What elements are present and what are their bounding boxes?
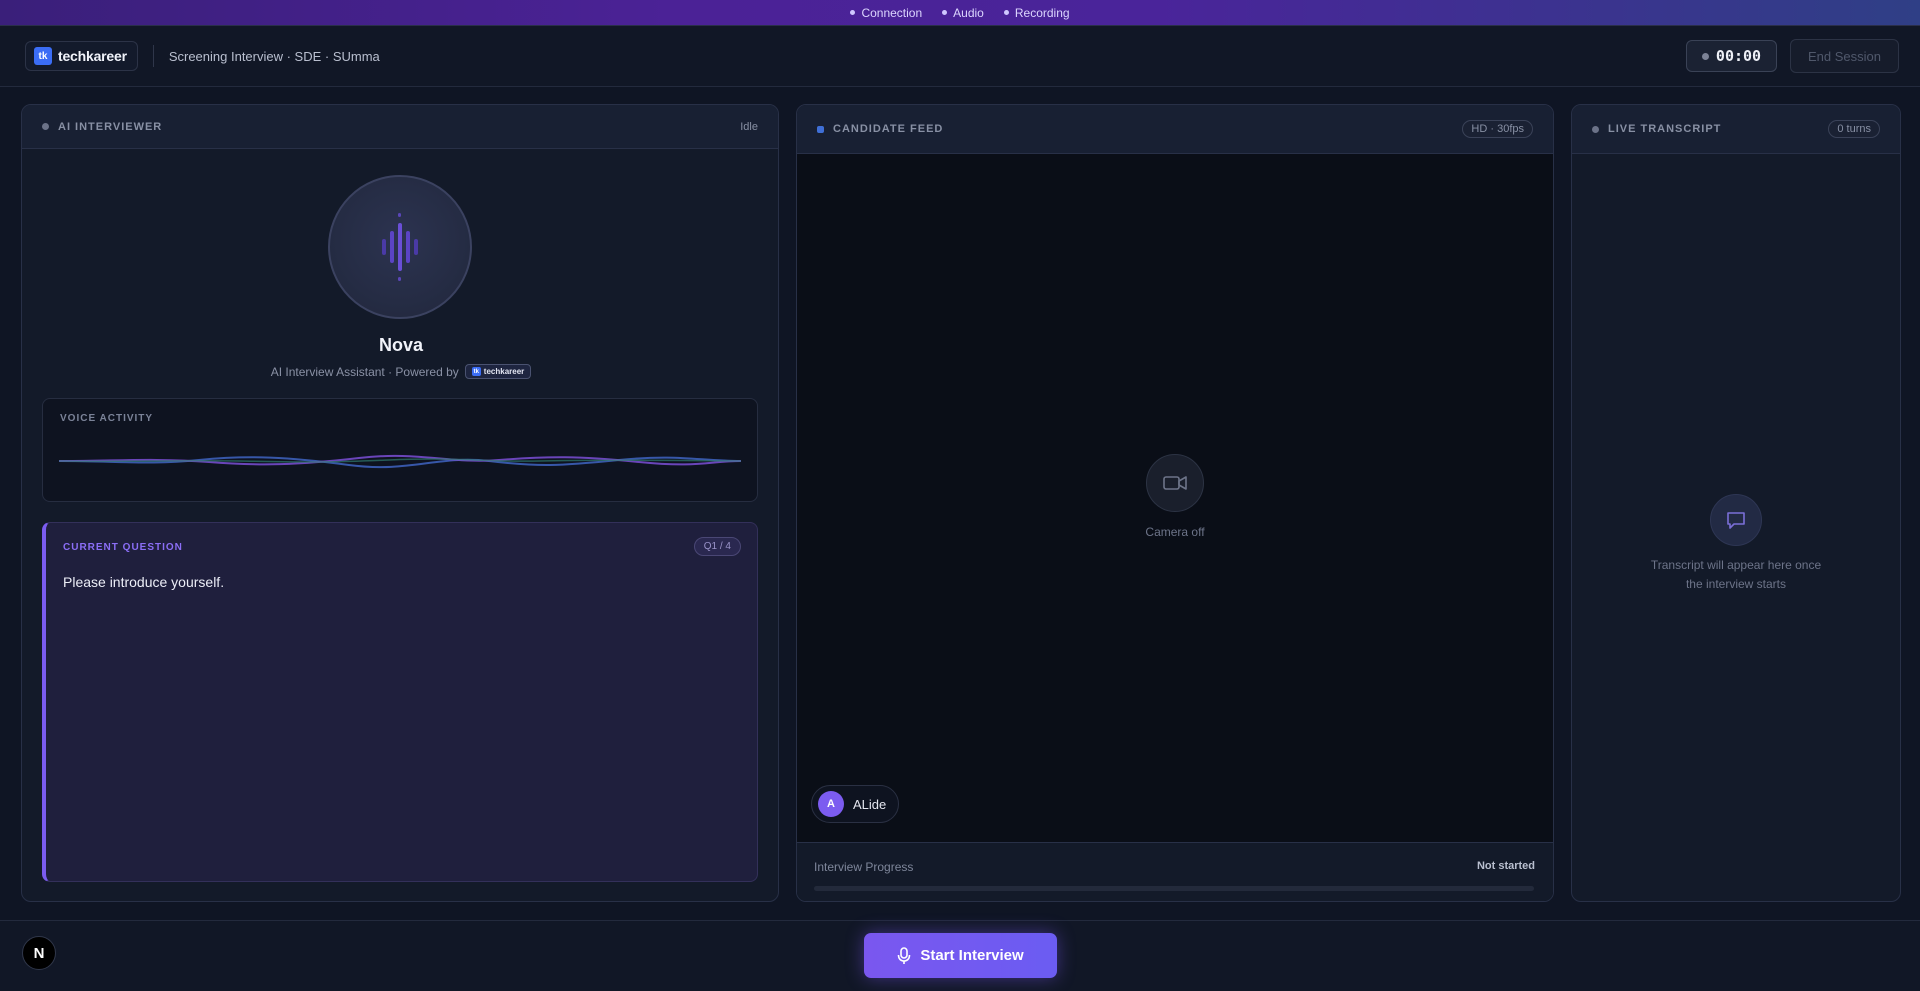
transcript-panel-header: LIVE TRANSCRIPT 0 turns xyxy=(1572,105,1900,154)
voice-activity-waveform xyxy=(59,454,741,469)
progress-status: Not started xyxy=(1476,860,1535,872)
candidate-avatar: A xyxy=(818,791,844,817)
end-session-button[interactable]: End Session xyxy=(1790,39,1899,73)
candidate-panel-title: CANDIDATE FEED xyxy=(833,123,944,135)
current-question-label: CURRENT QUESTION xyxy=(63,542,183,553)
status-recording: Recording xyxy=(1003,5,1070,20)
brand-mark-icon: tk xyxy=(34,47,52,65)
timer-value: 00:00 xyxy=(1715,47,1762,65)
candidate-feed-panel: CANDIDATE FEED HD · 30fps Camera off A A… xyxy=(796,104,1554,902)
voice-activity-label: VOICE ACTIVITY xyxy=(60,413,154,424)
status-connection-label: Connection xyxy=(861,5,923,20)
start-interview-button[interactable]: Start Interview xyxy=(864,933,1057,978)
interview-progress: Interview Progress Not started xyxy=(797,842,1553,901)
video-quality-badge: HD · 30fps xyxy=(1462,120,1533,138)
ai-panel-title: AI INTERVIEWER xyxy=(58,120,163,133)
camera-off-text: Camera off xyxy=(1145,525,1205,539)
header-actions: 00:00 End Session xyxy=(1686,39,1899,73)
waveform-icon xyxy=(382,213,418,281)
live-transcript-panel: LIVE TRANSCRIPT 0 turns Transcript will … xyxy=(1571,104,1901,902)
candidate-name-chip: A ALide xyxy=(811,785,900,823)
powered-by-brand: techkareer xyxy=(483,367,525,376)
transcript-empty-line2: the interview starts xyxy=(1685,577,1787,591)
ai-status-dot-icon xyxy=(42,123,49,130)
camera-off-indicator xyxy=(1146,454,1204,512)
transcript-empty-indicator xyxy=(1710,494,1762,546)
status-recording-label: Recording xyxy=(1014,5,1070,20)
candidate-panel-header: CANDIDATE FEED HD · 30fps xyxy=(797,105,1553,154)
chat-bubble-icon xyxy=(1727,512,1745,529)
question-counter-badge: Q1 / 4 xyxy=(693,537,741,556)
video-area: Camera off A ALide xyxy=(797,154,1553,842)
status-audio: Audio xyxy=(942,6,984,20)
video-camera-icon xyxy=(1163,476,1187,490)
session-title: Screening Interview · SDE · SUmma xyxy=(168,48,380,64)
status-strip: Connection Audio Recording xyxy=(0,0,1920,26)
brand-name: techkareer xyxy=(58,48,127,64)
status-dot-icon xyxy=(850,10,856,15)
status-audio-label: Audio xyxy=(953,5,984,20)
timer-dot-icon xyxy=(1701,52,1709,60)
status-dot-icon xyxy=(1003,10,1009,15)
mini-brand-mark-icon: tk xyxy=(471,367,481,376)
assistant-name: Nova xyxy=(378,335,423,355)
current-question-card: CURRENT QUESTION Q1 / 4 Please introduce… xyxy=(42,522,758,882)
transcript-panel-title: LIVE TRANSCRIPT xyxy=(1608,123,1722,135)
start-interview-label: Start Interview xyxy=(920,947,1024,964)
progress-label: Interview Progress xyxy=(814,860,914,874)
assistant-subtitle-text: AI Interview Assistant · Powered by xyxy=(270,364,459,379)
session-timer: 00:00 xyxy=(1686,40,1777,72)
ai-avatar-orb xyxy=(328,175,472,319)
n-badge[interactable]: N xyxy=(22,936,56,970)
turns-badge: 0 turns xyxy=(1828,120,1880,138)
transcript-empty-line1: Transcript will appear here once xyxy=(1650,558,1822,572)
assistant-subtitle: AI Interview Assistant · Powered by tk t… xyxy=(22,364,778,379)
status-connection: Connection xyxy=(850,6,922,20)
feed-status-dot-icon xyxy=(817,125,824,133)
transcript-empty-text: Transcript will appear here once the int… xyxy=(1632,556,1840,594)
candidate-name: ALide xyxy=(853,796,887,812)
powered-by-badge: tk techkareer xyxy=(464,364,532,379)
status-dot-icon xyxy=(942,10,948,15)
header-divider xyxy=(152,45,154,67)
ai-panel-header: AI INTERVIEWER Idle xyxy=(22,105,778,149)
microphone-icon xyxy=(898,946,911,964)
ai-state-label: Idle xyxy=(740,120,758,133)
header: tk techkareer Screening Interview · SDE … xyxy=(0,26,1920,87)
progress-track xyxy=(814,886,1534,891)
ai-interviewer-panel: AI INTERVIEWER Idle Nova AI Interview As… xyxy=(21,104,779,902)
voice-activity-box: VOICE ACTIVITY xyxy=(42,398,758,502)
question-text: Please introduce yourself. xyxy=(63,574,225,590)
brand-logo[interactable]: tk techkareer xyxy=(25,41,138,71)
transcript-status-dot-icon xyxy=(1592,125,1599,133)
footer: N Start Interview xyxy=(0,920,1920,991)
